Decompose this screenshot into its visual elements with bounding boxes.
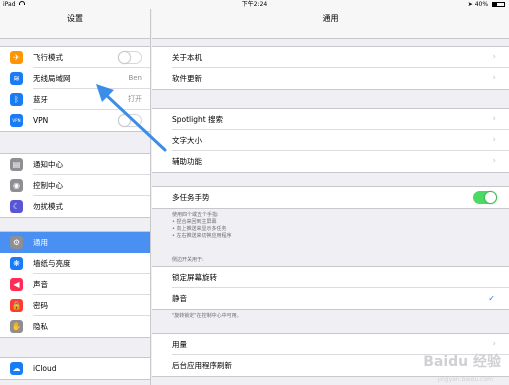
hand-icon: ✋: [10, 320, 23, 333]
sidebar-item[interactable]: ᛒ 蓝牙 打开: [0, 89, 150, 110]
wallpaper-icon: ❋: [10, 257, 23, 270]
sidebar-item-label: 通知中心: [33, 160, 63, 169]
settings-sidebar: 设置 ✈ 飞行模式 ≋ 无线局域网 Ben ᛒ 蓝牙 打开 VPN VPN ▤ 通知中心 ◉ 控制中心 ☾…: [0, 9, 151, 385]
sidebar-item-label: 通用: [33, 238, 48, 247]
general-settings-panel: 通用 关于本机 › 软件更新 › Spotlight 搜索 › 文字大小 › 辅助功能 › 多任…: [152, 9, 509, 385]
toggle-knob: [119, 52, 130, 63]
multitask-description-line: • 捏合来回到主屏幕: [172, 219, 217, 225]
sidebar-item-toggle[interactable]: [118, 51, 142, 64]
settings-row[interactable]: 文字大小 ›: [152, 130, 509, 151]
sidebar-item-label: VPN: [33, 116, 49, 125]
chevron-right-icon: ›: [492, 73, 496, 83]
sidebar-item-value: 打开: [128, 95, 142, 103]
sidebar-item-label: 声音: [33, 280, 48, 289]
multitask-description-line: • 左右推送来切换应用程序: [172, 233, 232, 239]
settings-row-label: 文字大小: [172, 136, 202, 145]
sidebar-item[interactable]: ◉ 控制中心: [0, 175, 150, 196]
sidebar-item[interactable]: VPN VPN: [0, 110, 150, 131]
sidebar-item-label: 墙纸与亮度: [33, 259, 71, 268]
side-switch-header: 侧边开关用于:: [172, 257, 204, 263]
bluetooth-icon: ᛒ: [10, 93, 23, 106]
sidebar-item[interactable]: ◀ 声音: [0, 274, 150, 295]
notification-icon: ▤: [10, 158, 23, 171]
side-switch-option-label: 锁定屏幕旋转: [172, 273, 217, 282]
detail-group-multitask: 多任务手势: [152, 186, 509, 209]
sidebar-item-value: Ben: [128, 74, 142, 82]
chevron-right-icon: ›: [492, 52, 496, 62]
settings-row-label: 后台应用程序刷新: [172, 361, 232, 370]
sidebar-item-label: 控制中心: [33, 181, 63, 190]
airplane-icon: ✈: [10, 51, 23, 64]
sidebar-item-label: 隐私: [33, 322, 48, 331]
side-switch-note: "旋转锁定"在控制中心中可用。: [172, 313, 242, 319]
detail-title: 通用: [152, 9, 509, 39]
moon-icon: ☾: [10, 200, 23, 213]
sidebar-item-label: 密码: [33, 301, 48, 310]
toggle-knob: [119, 115, 130, 126]
sidebar-item[interactable]: ✋ 隐私: [0, 316, 150, 337]
watermark-logo: Baidu 经验: [423, 354, 501, 370]
settings-row[interactable]: 辅助功能 ›: [152, 151, 509, 172]
side-switch-option[interactable]: 锁定屏幕旋转: [152, 267, 509, 288]
sidebar-group-accounts: ☁ iCloud: [0, 357, 150, 380]
control-center-icon: ◉: [10, 179, 23, 192]
battery-icon: [492, 2, 505, 7]
detail-group-search: Spotlight 搜索 › 文字大小 › 辅助功能 ›: [152, 108, 509, 173]
sidebar-item-label: 无线局域网: [33, 74, 71, 83]
settings-row[interactable]: 软件更新 ›: [152, 68, 509, 89]
status-time: 下午2:24: [241, 1, 268, 8]
cloud-icon: ☁: [10, 362, 23, 375]
multitask-gestures-toggle[interactable]: [473, 191, 497, 204]
chevron-right-icon: ›: [492, 156, 496, 166]
sidebar-item[interactable]: ⚙ 通用: [0, 232, 150, 253]
sidebar-group-connectivity: ✈ 飞行模式 ≋ 无线局域网 Ben ᛒ 蓝牙 打开 VPN VPN: [0, 46, 150, 132]
sidebar-item[interactable]: ✈ 飞行模式: [0, 47, 150, 68]
multitask-description-line: 使用四个或五个手指:: [172, 212, 219, 218]
settings-row[interactable]: Spotlight 搜索 ›: [152, 109, 509, 130]
sidebar-title: 设置: [0, 9, 150, 39]
battery-percent: 40%: [474, 1, 489, 8]
battery-fill: [493, 3, 498, 6]
sidebar-item[interactable]: 🔒 密码: [0, 295, 150, 316]
multitask-gestures-row[interactable]: 多任务手势: [152, 187, 509, 208]
sidebar-item-label: iCloud: [33, 364, 57, 373]
side-switch-option[interactable]: 静音 ✓: [152, 288, 509, 309]
watermark-url: jingyan.baidu.com: [437, 376, 493, 383]
sidebar-item[interactable]: ≋ 无线局域网 Ben: [0, 68, 150, 89]
checkmark-icon: ✓: [488, 294, 495, 303]
status-bar: iPad 下午2:24 ➤ 40%: [0, 0, 509, 9]
settings-row-label: 关于本机: [172, 53, 202, 62]
side-switch-option-label: 静音: [172, 294, 187, 303]
sidebar-item-toggle[interactable]: [118, 114, 142, 127]
settings-row[interactable]: 关于本机 ›: [152, 47, 509, 68]
vpn-icon: VPN: [10, 114, 23, 127]
sidebar-item-label: 勿扰模式: [33, 202, 63, 211]
multitask-description-line: • 向上推送来显示多任务: [172, 226, 227, 232]
settings-row-label: 用量: [172, 340, 187, 349]
status-right: ➤ 40%: [468, 0, 505, 9]
chevron-right-icon: ›: [492, 135, 496, 145]
sidebar-item[interactable]: ☁ iCloud: [0, 358, 150, 379]
chevron-right-icon: ›: [492, 114, 496, 124]
gear-icon: ⚙: [10, 236, 23, 249]
sidebar-item-label: 蓝牙: [33, 95, 48, 104]
sidebar-group-general: ⚙ 通用 ❋ 墙纸与亮度 ◀ 声音 🔒 密码 ✋ 隐私: [0, 231, 150, 338]
multitask-gestures-label: 多任务手势: [172, 193, 210, 202]
settings-row-label: Spotlight 搜索: [172, 115, 224, 124]
sidebar-item[interactable]: ❋ 墙纸与亮度: [0, 253, 150, 274]
sound-icon: ◀: [10, 278, 23, 291]
sidebar-item[interactable]: ▤ 通知中心: [0, 154, 150, 175]
settings-row-label: 软件更新: [172, 74, 202, 83]
sidebar-item[interactable]: ☾ 勿扰模式: [0, 196, 150, 217]
lock-icon: 🔒: [10, 299, 23, 312]
sidebar-group-system: ▤ 通知中心 ◉ 控制中心 ☾ 勿扰模式: [0, 153, 150, 218]
detail-group-about: 关于本机 › 软件更新 ›: [152, 46, 509, 90]
location-icon: ➤: [467, 1, 473, 8]
settings-row-label: 辅助功能: [172, 157, 202, 166]
detail-group-side-switch: 锁定屏幕旋转 静音 ✓: [152, 266, 509, 310]
wifi-icon: ≋: [10, 72, 23, 85]
sidebar-item-label: 飞行模式: [33, 53, 63, 62]
